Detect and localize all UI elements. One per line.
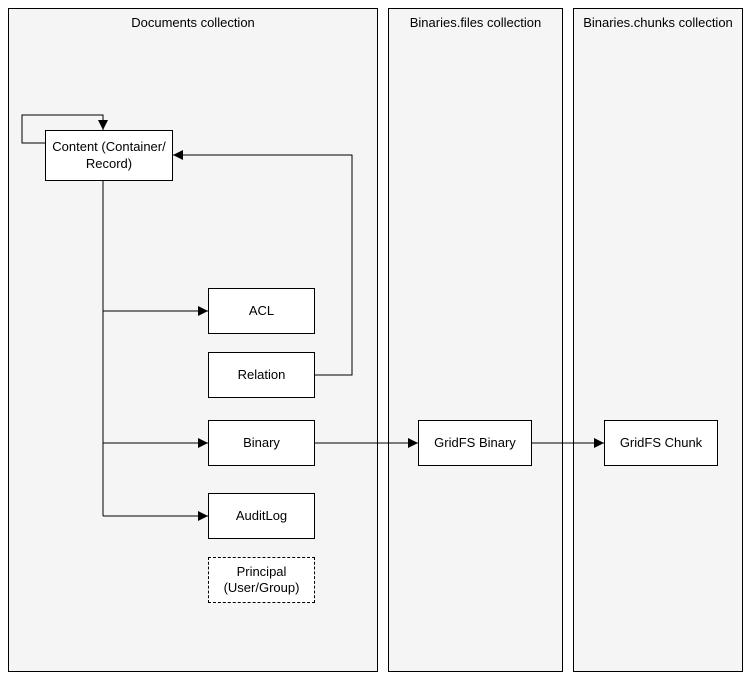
column-binaries-chunks: Binaries.chunks collection [573,8,743,672]
node-binary: Binary [208,420,315,466]
node-principal: Principal(User/Group) [208,557,315,603]
node-content: Content (Container/Record) [45,130,173,181]
column-title-documents: Documents collection [9,9,377,30]
node-auditlog-label: AuditLog [236,508,287,524]
node-gridfs-binary: GridFS Binary [418,420,532,466]
node-auditlog: AuditLog [208,493,315,539]
node-principal-label: Principal(User/Group) [224,564,300,597]
node-content-label: Content (Container/Record) [52,139,165,172]
node-gridfs-binary-label: GridFS Binary [434,435,516,451]
column-title-binaries-chunks: Binaries.chunks collection [574,9,742,30]
column-binaries-files: Binaries.files collection [388,8,563,672]
node-gridfs-chunk-label: GridFS Chunk [620,435,702,451]
column-documents: Documents collection [8,8,378,672]
node-relation: Relation [208,352,315,398]
node-acl: ACL [208,288,315,334]
node-binary-label: Binary [243,435,280,451]
column-title-binaries-files: Binaries.files collection [389,9,562,30]
node-relation-label: Relation [238,367,286,383]
diagram-stage: Documents collection Binaries.files coll… [0,0,752,681]
node-gridfs-chunk: GridFS Chunk [604,420,718,466]
node-acl-label: ACL [249,303,274,319]
